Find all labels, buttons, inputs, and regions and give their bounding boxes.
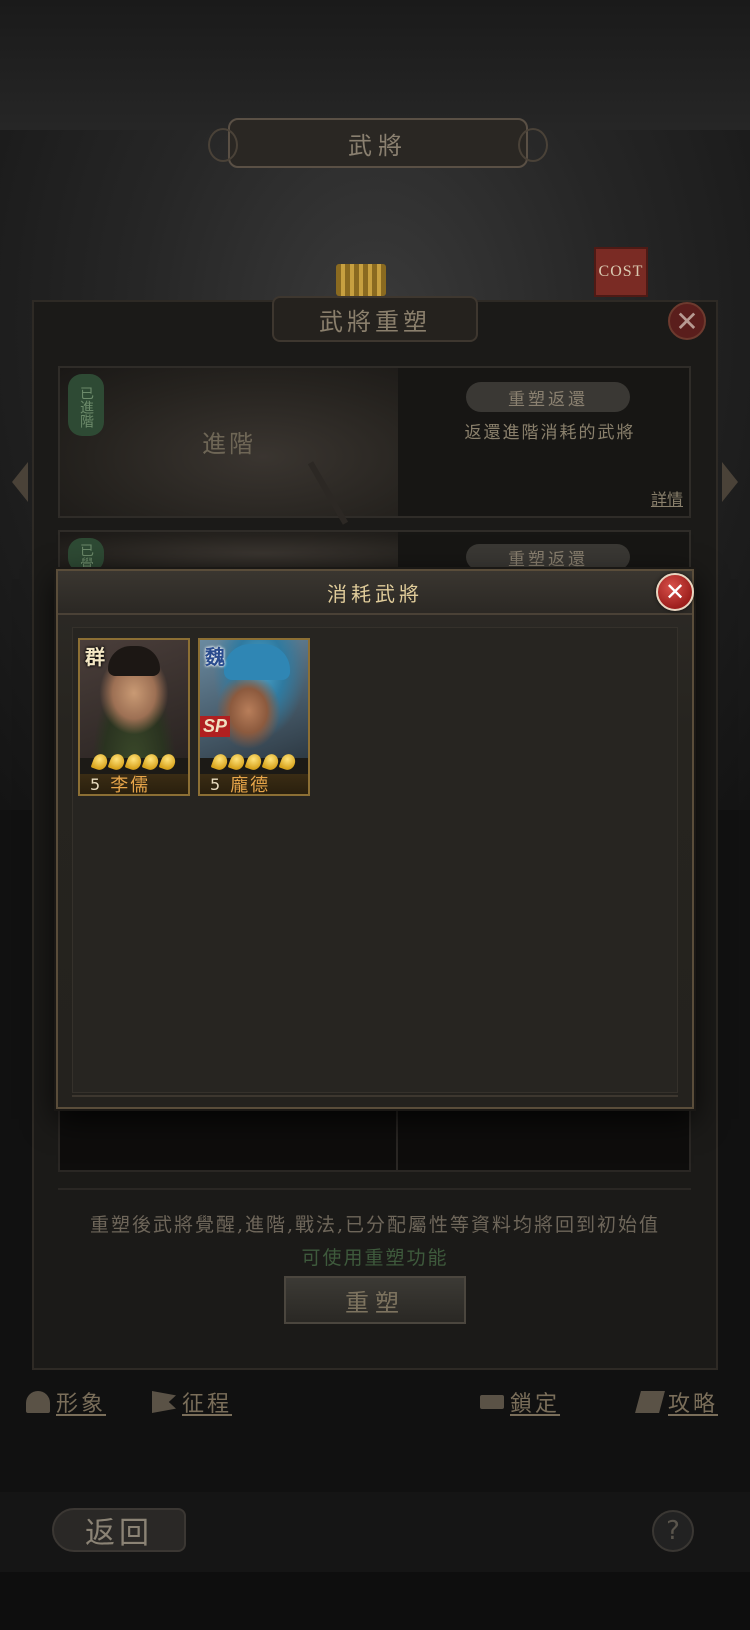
modal-title: 消耗武將 xyxy=(58,571,692,615)
general-name: 龐德 xyxy=(230,775,271,796)
blade-decoration xyxy=(307,461,349,525)
menu-journey[interactable]: 征程 xyxy=(152,1386,232,1418)
star-icon xyxy=(158,752,178,772)
lock-icon xyxy=(480,1395,504,1409)
reshape-entry-lower xyxy=(58,1104,691,1172)
person-icon xyxy=(26,1391,50,1413)
menu-guide-label: 攻略 xyxy=(668,1392,719,1417)
menu-journey-label: 征程 xyxy=(182,1392,233,1417)
top-banner xyxy=(0,0,750,130)
star-icon xyxy=(227,752,247,772)
star-icon xyxy=(107,752,127,772)
reshape-entry-advance[interactable]: 已進階 進階 重塑返還 返還進階消耗的武將 詳情 xyxy=(58,366,691,525)
flag-icon xyxy=(152,1391,176,1413)
menu-guide[interactable]: 攻略 xyxy=(635,1386,719,1418)
reshape-panel-title: 武將重塑 xyxy=(272,296,478,342)
sp-badge: SP xyxy=(200,716,231,737)
bottom-menu: 形象 征程 鎖定 攻略 xyxy=(0,1376,750,1426)
entry-status-badge: 已進階 xyxy=(68,374,104,436)
general-info-bar: 5 龐德 xyxy=(200,774,308,794)
reshape-entry-awaken[interactable]: 已覺 重塑返還 xyxy=(58,530,691,572)
general-cost: 5 xyxy=(90,774,101,794)
prev-arrow-icon[interactable] xyxy=(12,462,28,502)
screen-title: 武將 xyxy=(208,118,548,168)
footer-strip xyxy=(0,1572,750,1630)
menu-image[interactable]: 形象 xyxy=(26,1386,106,1418)
modal-close-button[interactable]: ✕ xyxy=(656,573,694,611)
menu-image-label: 形象 xyxy=(56,1392,107,1417)
next-arrow-icon[interactable] xyxy=(722,462,738,502)
reshape-button[interactable]: 重塑 xyxy=(284,1276,466,1324)
star-icon xyxy=(141,752,161,772)
cost-flag: COST xyxy=(594,247,648,297)
general-card[interactable]: 魏 SP 5 龐德 xyxy=(198,638,310,796)
reshape-notice: 重塑後武將覺醒,進階,戰法,已分配屬性等資料均將回到初始值 xyxy=(89,1214,661,1236)
entry-type-label: 進階 xyxy=(202,430,256,458)
entry-detail-link[interactable]: 詳情 xyxy=(651,486,683,510)
star-icon xyxy=(210,752,230,772)
star-icon xyxy=(124,752,144,772)
menu-lock-label: 鎖定 xyxy=(510,1392,561,1417)
back-button[interactable]: 返回 xyxy=(52,1508,186,1552)
general-info-bar: 5 李儒 xyxy=(80,774,188,794)
entry-status-badge: 已覺 xyxy=(68,538,104,572)
entry-return-pill: 重塑返還 xyxy=(466,544,630,570)
star-icon xyxy=(90,752,110,772)
entry-description: 返還進階消耗的武將 xyxy=(464,423,636,443)
divider xyxy=(72,1095,678,1097)
faction-badge: 群 xyxy=(85,644,105,669)
star-icon xyxy=(261,752,281,772)
faction-badge: 魏 xyxy=(205,644,225,669)
menu-lock[interactable]: 鎖定 xyxy=(480,1386,560,1418)
general-cost: 5 xyxy=(210,774,221,794)
divider xyxy=(58,1188,691,1190)
book-icon xyxy=(635,1391,665,1413)
portrait-detail xyxy=(224,644,290,680)
gold-scroll-icon xyxy=(336,264,386,296)
star-icon xyxy=(244,752,264,772)
reshape-panel-close-button[interactable]: ✕ xyxy=(668,302,706,340)
star-icon xyxy=(278,752,298,772)
reshape-status: 可使用重塑功能 xyxy=(301,1247,449,1269)
help-button[interactable]: ? xyxy=(652,1510,694,1552)
entry-image xyxy=(60,532,398,568)
general-card[interactable]: 群 5 李儒 xyxy=(78,638,190,796)
entry-return-pill: 重塑返還 xyxy=(466,382,630,412)
general-name: 李儒 xyxy=(110,775,151,796)
